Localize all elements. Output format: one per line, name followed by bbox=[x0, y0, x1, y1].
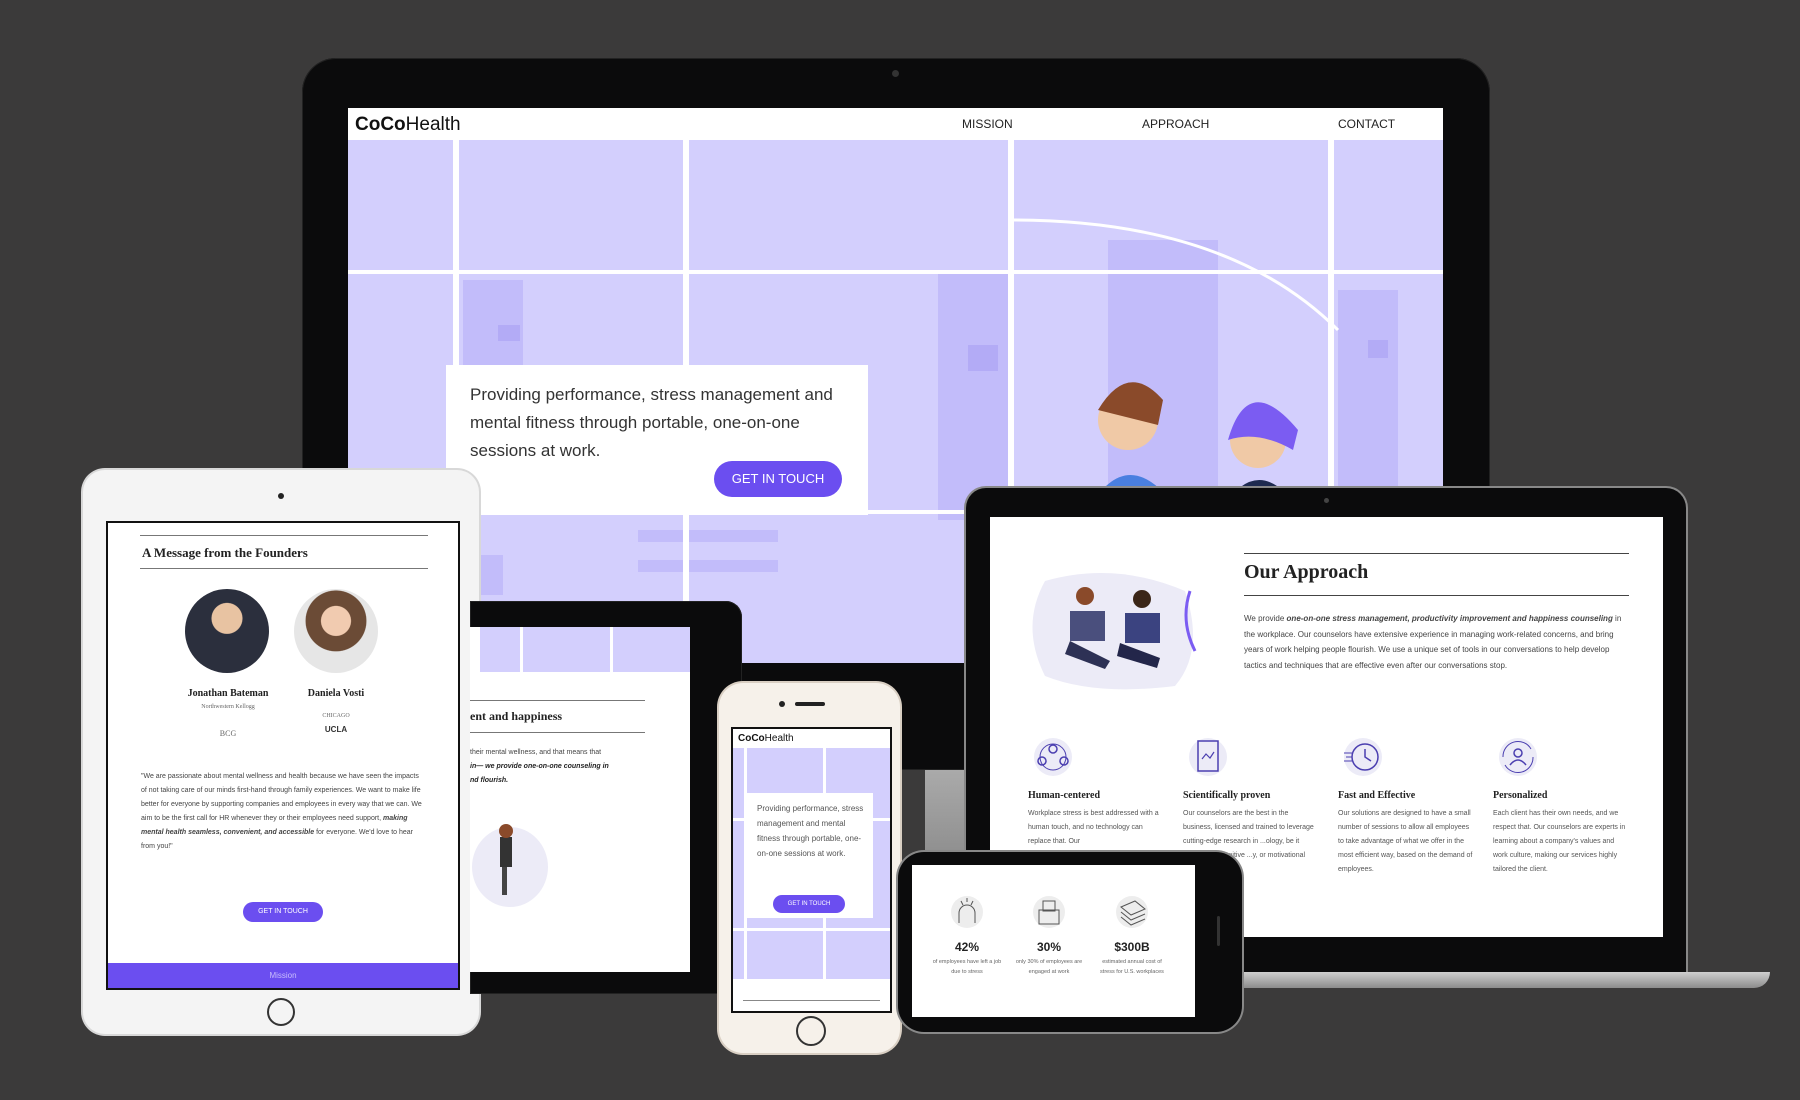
stat-item: 42% of employees have left a job due to … bbox=[932, 893, 1002, 977]
feature-text: Workplace stress is best addressed with … bbox=[1028, 810, 1159, 845]
people-circle-icon bbox=[1034, 738, 1072, 776]
body-text: their mental wellness, and that means th… bbox=[470, 749, 602, 756]
stat-caption: only 30% of employees are engaged at wor… bbox=[1015, 959, 1083, 975]
divider bbox=[140, 535, 428, 536]
feature-text: Our solutions are designed to have a sma… bbox=[1338, 810, 1473, 873]
founder-name: Daniela Vosti bbox=[307, 688, 365, 699]
divider bbox=[1244, 595, 1629, 596]
logo-ucla: UCLA bbox=[324, 725, 348, 734]
stat-caption: estimated annual cost of stress for U.S.… bbox=[1100, 959, 1164, 975]
desktop-navbar: CoCoHealth MISSION APPROACH CONTACT bbox=[348, 108, 1443, 140]
iphone-screen: CoCoHealth Providing performance, stress… bbox=[731, 727, 892, 1013]
ipad-screen: A Message from the Founders Jonathan Bat… bbox=[106, 521, 460, 990]
stat-value: $300B bbox=[1114, 940, 1150, 954]
founders-quote: "We are passionate about mental wellness… bbox=[141, 770, 426, 854]
avatar bbox=[294, 589, 378, 673]
divider bbox=[743, 1000, 880, 1001]
approach-intro: We provide one-on-one stress management,… bbox=[1244, 611, 1629, 673]
intro-emphasis: one-on-one stress management, productivi… bbox=[1286, 614, 1613, 623]
avatar bbox=[185, 589, 269, 673]
section-title: ent and happiness bbox=[470, 709, 563, 723]
clock-icon bbox=[1344, 738, 1382, 776]
founder-affiliation: Northwestern Kellogg bbox=[201, 704, 255, 710]
divider bbox=[140, 568, 428, 569]
hero-card: Providing performance, stress management… bbox=[446, 365, 868, 515]
small-tablet-screen: ent and happiness their mental wellness,… bbox=[470, 627, 690, 972]
header-illustration bbox=[480, 627, 690, 672]
laptop-base bbox=[1210, 972, 1770, 988]
ipad-home-button[interactable] bbox=[267, 998, 295, 1026]
stat-item: 30% only 30% of employees are engaged at… bbox=[1014, 893, 1084, 977]
money-stack-icon bbox=[1116, 896, 1148, 928]
iphone-home-button[interactable] bbox=[796, 1016, 826, 1046]
get-in-touch-button[interactable]: GET IN TOUCH bbox=[243, 902, 323, 922]
founder-affiliation: CHICAGO bbox=[322, 713, 350, 719]
person-illustration bbox=[472, 824, 548, 907]
phone-speaker bbox=[1217, 916, 1220, 946]
divider bbox=[1244, 553, 1629, 554]
nav-contact[interactable]: CONTACT bbox=[1338, 117, 1395, 131]
stat-value: 30% bbox=[1036, 940, 1062, 954]
feature-fast-effective: Fast and Effective Our solutions are des… bbox=[1338, 735, 1473, 877]
hero-text: Providing performance, stress management… bbox=[757, 804, 864, 858]
nav-approach[interactable]: APPROACH bbox=[1142, 117, 1209, 131]
ballot-box-icon bbox=[1033, 896, 1065, 928]
webcam bbox=[892, 70, 899, 77]
approach-title: Our Approach bbox=[1244, 561, 1369, 583]
feature-personalized: Personalized Each client has their own n… bbox=[1493, 735, 1628, 877]
quote-text: "We are passionate about mental wellness… bbox=[141, 773, 422, 822]
logo-bcg: BCG bbox=[219, 729, 237, 738]
clipboard-chart-icon bbox=[1189, 738, 1227, 776]
iphone-camera bbox=[779, 701, 785, 707]
person-cycle-icon bbox=[1499, 738, 1537, 776]
hero-text: Providing performance, stress management… bbox=[470, 385, 833, 460]
stat-caption: of employees have left a job due to stre… bbox=[932, 959, 1002, 975]
founder-name: Jonathan Bateman bbox=[187, 688, 269, 699]
divider bbox=[470, 700, 645, 701]
feature-human-centered: Human-centered Workplace stress is best … bbox=[1028, 735, 1163, 849]
feature-scientifically-proven: Scientifically proven Our counselors are… bbox=[1183, 735, 1318, 863]
hero-card: Providing performance, stress management… bbox=[747, 793, 873, 918]
get-in-touch-button[interactable]: GET IN TOUCH bbox=[714, 461, 842, 497]
site-logo[interactable]: CoCoHealth bbox=[355, 114, 461, 136]
founders-title: A Message from the Founders bbox=[142, 545, 308, 560]
ipad-camera bbox=[278, 493, 284, 499]
mission-footer[interactable]: Mission bbox=[108, 963, 458, 988]
feature-title: Personalized bbox=[1493, 790, 1548, 801]
site-logo[interactable]: CoCoHealth bbox=[738, 733, 794, 744]
iphone-speaker bbox=[795, 702, 825, 706]
nav-mission[interactable]: MISSION bbox=[962, 117, 1013, 131]
intro-text: We provide bbox=[1244, 614, 1287, 623]
stat-item: $300B estimated annual cost of stress fo… bbox=[1096, 893, 1168, 977]
landscape-phone-screen: 42% of employees have left a job due to … bbox=[912, 865, 1195, 1017]
stat-value: 42% bbox=[954, 940, 980, 954]
stressed-head-icon bbox=[951, 896, 983, 928]
body-text: nd flourish. bbox=[470, 777, 509, 784]
feature-title: Scientifically proven bbox=[1183, 790, 1271, 801]
body-text: in— we provide one-on-one counseling in bbox=[470, 763, 609, 770]
divider bbox=[470, 732, 645, 733]
counseling-illustration bbox=[1032, 573, 1197, 690]
feature-text: Each client has their own needs, and we … bbox=[1493, 810, 1626, 873]
laptop-camera bbox=[1324, 498, 1329, 503]
feature-title: Human-centered bbox=[1028, 790, 1101, 801]
feature-title: Fast and Effective bbox=[1338, 790, 1416, 801]
get-in-touch-button[interactable]: GET IN TOUCH bbox=[773, 895, 845, 913]
